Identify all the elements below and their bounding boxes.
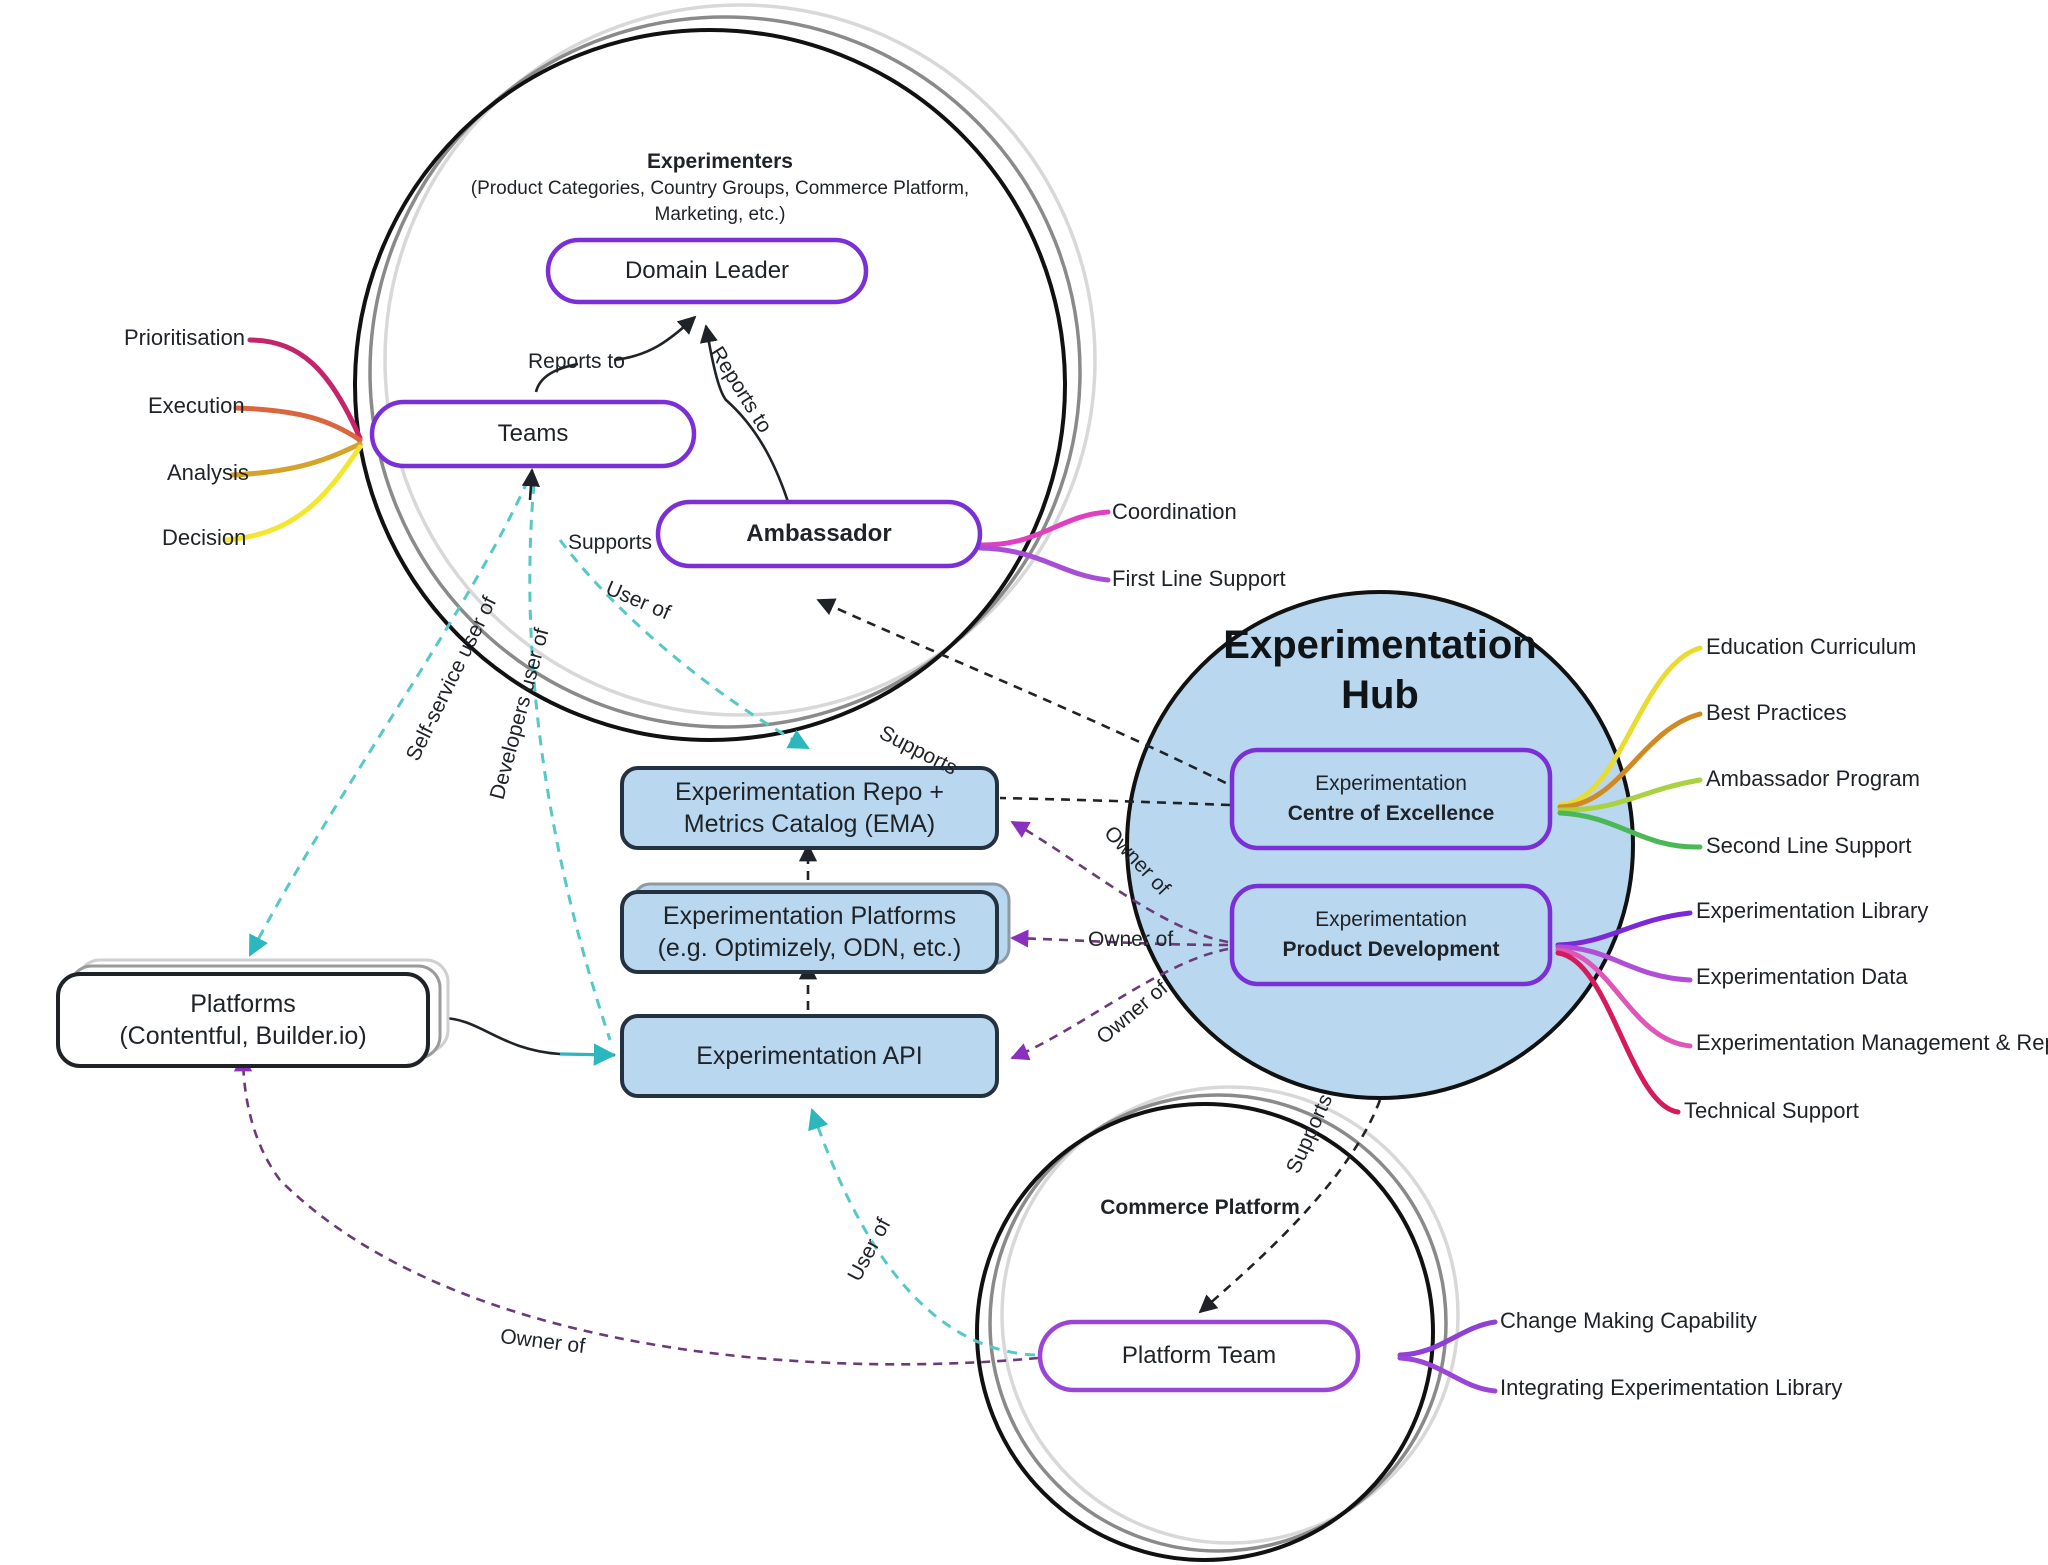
spoke-label-execution: Execution	[148, 393, 245, 418]
spoke-label-change-making-capability: Change Making Capability	[1500, 1308, 1757, 1333]
spoke-label-analysis: Analysis	[167, 460, 249, 485]
edge-label-owner-of-platforms: Owner of	[1088, 928, 1174, 951]
domain-leader-node[interactable]	[545, 237, 869, 305]
spoke-label-education-curriculum: Education Curriculum	[1706, 634, 1917, 659]
exp-api-box[interactable]	[620, 1014, 999, 1098]
edge-platform-team-owner-of-platforms	[233, 1053, 1039, 1366]
spoke-label-prioritisation: Prioritisation	[124, 325, 246, 350]
spoke-label-experimentation-data: Experimentation Data	[1696, 964, 1908, 989]
spoke-label-best-practices: Best Practices	[1706, 700, 1847, 725]
edge-label-supports-teams: Supports	[568, 531, 653, 554]
platforms-node-stack	[56, 958, 450, 1068]
spoke-label-integrating-experimentation-library: Integrating Experimentation Library	[1500, 1375, 1843, 1400]
spoke-label-technical-support: Technical Support	[1684, 1098, 1859, 1123]
edge-platforms-to-api	[441, 1016, 617, 1066]
platform-team-node[interactable]	[1037, 1319, 1361, 1393]
ema-box[interactable]	[620, 766, 999, 850]
spoke-label-coordination: Coordination	[1112, 499, 1237, 524]
prod-dev-node[interactable]	[1229, 883, 1553, 987]
teams-spokes	[222, 337, 363, 543]
prod-dev-spokes	[1555, 910, 1693, 1115]
coe-node[interactable]	[1229, 747, 1553, 851]
edge-label-reports-to-teams: Reports to	[528, 350, 625, 373]
spoke-label-decision: Decision	[162, 525, 247, 550]
ambassador-node[interactable]	[655, 499, 983, 569]
diagram-canvas: Experimenters (Product Categories, Count…	[0, 0, 2048, 1565]
spoke-label-first-line-support: First Line Support	[1112, 566, 1286, 591]
exp-platforms-box-stack[interactable]	[620, 882, 1011, 974]
spoke-label-experimentation-library: Experimentation Library	[1696, 898, 1929, 923]
teams-node[interactable]	[369, 399, 697, 469]
spoke-label-ambassador-program: Ambassador Program	[1706, 766, 1920, 791]
edge-prod-dev-supports-platform-team	[1198, 1099, 1382, 1314]
spoke-label-second-line-support: Second Line Support	[1706, 833, 1912, 858]
spoke-label-experimentation-management-reporting: Experimentation Management & Reporting	[1696, 1030, 2048, 1055]
